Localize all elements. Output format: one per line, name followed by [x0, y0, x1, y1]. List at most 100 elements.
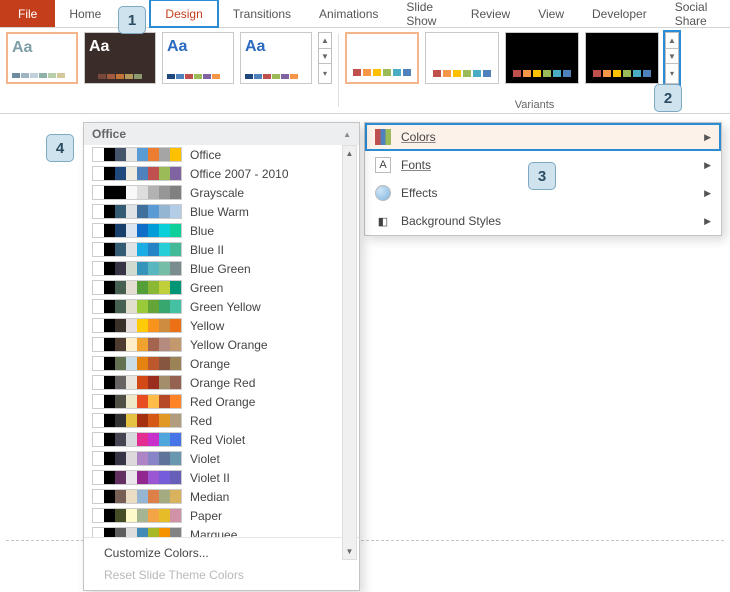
color-scheme-swatch — [92, 432, 182, 447]
color-scheme-swatch — [92, 337, 182, 352]
variant-thumb-3[interactable] — [505, 32, 579, 84]
color-scheme-item[interactable]: Blue II — [84, 240, 359, 259]
spinner-up-icon[interactable]: ▲ — [319, 33, 331, 48]
color-scheme-swatch — [92, 413, 182, 428]
color-scheme-item[interactable]: Yellow Orange — [84, 335, 359, 354]
step-badge-3: 3 — [528, 162, 556, 190]
color-scheme-item[interactable]: Violet II — [84, 468, 359, 487]
color-scheme-swatch — [92, 508, 182, 523]
theme-sample-text: Aa — [89, 39, 151, 55]
spinner-down-icon[interactable]: ▼ — [319, 48, 331, 63]
reset-theme-colors: Reset Slide Theme Colors — [84, 564, 359, 586]
tab-review[interactable]: Review — [457, 0, 524, 27]
color-scheme-label: Yellow Orange — [190, 338, 268, 352]
customize-colors[interactable]: Customize Colors... — [84, 542, 359, 564]
color-scheme-label: Median — [190, 490, 229, 504]
color-scheme-list: Office Office 2007 - 2010 Grayscale Blue Wa… — [84, 145, 359, 537]
tab-view[interactable]: View — [524, 0, 578, 27]
color-scheme-swatch — [92, 356, 182, 371]
color-scheme-label: Violet — [190, 452, 220, 466]
spinner-more-icon[interactable]: ▾ — [666, 63, 678, 83]
theme-thumb-4[interactable]: Aa — [240, 32, 312, 84]
color-scheme-swatch — [92, 242, 182, 257]
color-scheme-item[interactable]: Office 2007 - 2010 — [84, 164, 359, 183]
step-badge-4: 4 — [46, 134, 74, 162]
color-scheme-item[interactable]: Orange — [84, 354, 359, 373]
color-scheme-label: Orange — [190, 357, 230, 371]
variant-thumb-4[interactable] — [585, 32, 659, 84]
color-scheme-swatch — [92, 451, 182, 466]
tab-slideshow[interactable]: Slide Show — [392, 0, 456, 27]
theme-thumb-3[interactable]: Aa — [162, 32, 234, 84]
color-scheme-item[interactable]: Grayscale — [84, 183, 359, 202]
color-scheme-item[interactable]: Violet — [84, 449, 359, 468]
spinner-more-icon[interactable]: ▾ — [319, 63, 331, 83]
color-scheme-item[interactable]: Median — [84, 487, 359, 506]
color-scheme-label: Orange Red — [190, 376, 255, 390]
tab-home[interactable]: Home — [55, 0, 115, 27]
tab-socialshare[interactable]: Social Share — [661, 0, 730, 27]
scrollbar-up-icon[interactable]: ▲ — [343, 146, 356, 161]
color-scheme-item[interactable]: Blue Warm — [84, 202, 359, 221]
tab-transitions[interactable]: Transitions — [219, 0, 305, 27]
color-scheme-swatch — [92, 299, 182, 314]
theme-thumb-1[interactable]: Aa — [6, 32, 78, 84]
ribbon-tabbar: File Home Design Transitions Animations … — [0, 0, 730, 28]
color-scheme-swatch — [92, 318, 182, 333]
color-scheme-swatch — [92, 375, 182, 390]
theme-sample-text: Aa — [245, 39, 307, 55]
scrollbar-down-icon[interactable]: ▼ — [343, 544, 356, 559]
effects-icon — [375, 185, 391, 201]
color-scheme-item[interactable]: Red — [84, 411, 359, 430]
menu-fonts-label: Fonts — [401, 158, 431, 172]
color-scheme-item[interactable]: Red Violet — [84, 430, 359, 449]
variants-gallery-spinner[interactable]: ▲ ▼ ▾ — [665, 32, 679, 84]
color-scheme-item[interactable]: Blue Green — [84, 259, 359, 278]
color-scheme-item[interactable]: Office — [84, 145, 359, 164]
color-scheme-swatch — [92, 204, 182, 219]
color-scheme-label: Blue Green — [190, 262, 251, 276]
tab-design[interactable]: Design — [149, 0, 218, 28]
tab-file[interactable]: File — [0, 0, 55, 27]
theme-sample-text: Aa — [12, 40, 72, 56]
color-scheme-item[interactable]: Green — [84, 278, 359, 297]
spinner-up-icon[interactable]: ▲ — [666, 33, 678, 48]
themes-group: Aa Aa Aa Aa ▲ ▼ ▾ — [0, 28, 338, 113]
color-scheme-label: Green Yellow — [190, 300, 261, 314]
variant-thumb-2[interactable] — [425, 32, 499, 84]
themes-gallery-spinner[interactable]: ▲ ▼ ▾ — [318, 32, 332, 84]
color-scheme-swatch — [92, 261, 182, 276]
theme-thumb-2[interactable]: Aa — [84, 32, 156, 84]
color-scheme-item[interactable]: Paper — [84, 506, 359, 525]
color-scheme-item[interactable]: Orange Red — [84, 373, 359, 392]
menu-bg-label: Background Styles — [401, 214, 501, 228]
menu-background-styles[interactable]: ◧ Background Styles ▶ — [365, 207, 721, 235]
color-scheme-label: Blue Warm — [190, 205, 249, 219]
spinner-down-icon[interactable]: ▼ — [666, 48, 678, 63]
tab-developer[interactable]: Developer — [578, 0, 661, 27]
color-scheme-item[interactable]: Yellow — [84, 316, 359, 335]
variant-thumb-1[interactable] — [345, 32, 419, 84]
colors-scrollbar[interactable]: ▲ ▼ — [342, 145, 357, 560]
color-scheme-swatch — [92, 470, 182, 485]
tab-animations[interactable]: Animations — [305, 0, 392, 27]
color-scheme-label: Red — [190, 414, 212, 428]
color-scheme-swatch — [92, 185, 182, 200]
color-scheme-item[interactable]: Blue — [84, 221, 359, 240]
color-scheme-label: Office — [190, 148, 221, 162]
color-scheme-label: Red Orange — [190, 395, 255, 409]
color-scheme-item[interactable]: Red Orange — [84, 392, 359, 411]
color-scheme-swatch — [92, 394, 182, 409]
color-scheme-item[interactable]: Green Yellow — [84, 297, 359, 316]
submenu-arrow-icon: ▶ — [704, 216, 711, 227]
scroll-up-icon[interactable]: ▲ — [343, 130, 351, 139]
color-scheme-label: Green — [190, 281, 223, 295]
color-scheme-label: Office 2007 - 2010 — [190, 167, 289, 181]
menu-effects-label: Effects — [401, 186, 437, 200]
submenu-arrow-icon: ▶ — [704, 132, 711, 143]
color-scheme-item[interactable]: Marquee — [84, 525, 359, 537]
fonts-icon: A — [375, 157, 391, 173]
color-scheme-swatch — [92, 223, 182, 238]
menu-colors[interactable]: Colors ▶ — [365, 123, 721, 151]
color-scheme-label: Marquee — [190, 528, 237, 538]
